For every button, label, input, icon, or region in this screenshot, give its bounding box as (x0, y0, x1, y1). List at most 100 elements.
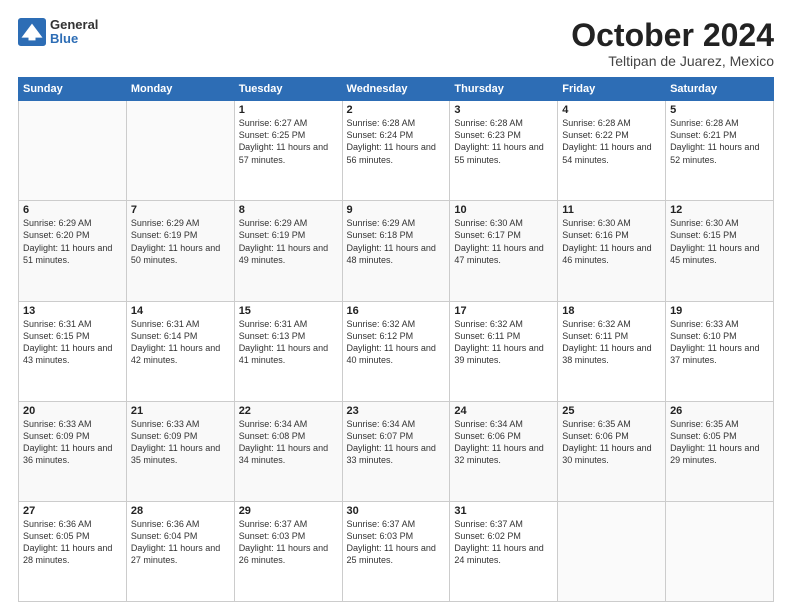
calendar-subtitle: Teltipan de Juarez, Mexico (571, 53, 774, 69)
calendar-cell: 20Sunrise: 6:33 AM Sunset: 6:09 PM Dayli… (19, 401, 127, 501)
day-info: Sunrise: 6:34 AM Sunset: 6:06 PM Dayligh… (454, 418, 553, 467)
header-saturday: Saturday (666, 78, 774, 101)
logo-general: General (50, 18, 98, 32)
day-number: 11 (562, 204, 661, 216)
day-number: 26 (670, 405, 769, 417)
calendar-week-3: 13Sunrise: 6:31 AM Sunset: 6:15 PM Dayli… (19, 301, 774, 401)
calendar-cell: 1Sunrise: 6:27 AM Sunset: 6:25 PM Daylig… (234, 101, 342, 201)
day-number: 31 (454, 505, 553, 517)
calendar-cell: 23Sunrise: 6:34 AM Sunset: 6:07 PM Dayli… (342, 401, 450, 501)
logo-text: General Blue (50, 18, 98, 47)
header-thursday: Thursday (450, 78, 558, 101)
day-number: 24 (454, 405, 553, 417)
calendar-cell: 12Sunrise: 6:30 AM Sunset: 6:15 PM Dayli… (666, 201, 774, 301)
calendar-cell: 10Sunrise: 6:30 AM Sunset: 6:17 PM Dayli… (450, 201, 558, 301)
calendar-cell (558, 501, 666, 601)
calendar-cell: 6Sunrise: 6:29 AM Sunset: 6:20 PM Daylig… (19, 201, 127, 301)
day-info: Sunrise: 6:29 AM Sunset: 6:19 PM Dayligh… (131, 217, 230, 266)
calendar-cell: 11Sunrise: 6:30 AM Sunset: 6:16 PM Dayli… (558, 201, 666, 301)
day-info: Sunrise: 6:27 AM Sunset: 6:25 PM Dayligh… (239, 117, 338, 166)
day-info: Sunrise: 6:32 AM Sunset: 6:11 PM Dayligh… (454, 318, 553, 367)
day-info: Sunrise: 6:32 AM Sunset: 6:12 PM Dayligh… (347, 318, 446, 367)
calendar-cell: 31Sunrise: 6:37 AM Sunset: 6:02 PM Dayli… (450, 501, 558, 601)
header-sunday: Sunday (19, 78, 127, 101)
day-number: 9 (347, 204, 446, 216)
day-info: Sunrise: 6:28 AM Sunset: 6:21 PM Dayligh… (670, 117, 769, 166)
calendar-cell: 28Sunrise: 6:36 AM Sunset: 6:04 PM Dayli… (126, 501, 234, 601)
day-info: Sunrise: 6:33 AM Sunset: 6:09 PM Dayligh… (131, 418, 230, 467)
page-header: General Blue October 2024 Teltipan de Ju… (18, 18, 774, 69)
calendar-cell: 30Sunrise: 6:37 AM Sunset: 6:03 PM Dayli… (342, 501, 450, 601)
day-number: 27 (23, 505, 122, 517)
day-info: Sunrise: 6:29 AM Sunset: 6:20 PM Dayligh… (23, 217, 122, 266)
calendar-cell: 13Sunrise: 6:31 AM Sunset: 6:15 PM Dayli… (19, 301, 127, 401)
day-number: 22 (239, 405, 338, 417)
day-info: Sunrise: 6:28 AM Sunset: 6:22 PM Dayligh… (562, 117, 661, 166)
day-info: Sunrise: 6:31 AM Sunset: 6:13 PM Dayligh… (239, 318, 338, 367)
day-info: Sunrise: 6:37 AM Sunset: 6:03 PM Dayligh… (239, 518, 338, 567)
calendar-cell: 14Sunrise: 6:31 AM Sunset: 6:14 PM Dayli… (126, 301, 234, 401)
day-info: Sunrise: 6:36 AM Sunset: 6:04 PM Dayligh… (131, 518, 230, 567)
calendar-cell: 27Sunrise: 6:36 AM Sunset: 6:05 PM Dayli… (19, 501, 127, 601)
calendar-cell: 21Sunrise: 6:33 AM Sunset: 6:09 PM Dayli… (126, 401, 234, 501)
calendar-week-1: 1Sunrise: 6:27 AM Sunset: 6:25 PM Daylig… (19, 101, 774, 201)
header-monday: Monday (126, 78, 234, 101)
calendar-cell: 26Sunrise: 6:35 AM Sunset: 6:05 PM Dayli… (666, 401, 774, 501)
day-info: Sunrise: 6:32 AM Sunset: 6:11 PM Dayligh… (562, 318, 661, 367)
day-info: Sunrise: 6:30 AM Sunset: 6:17 PM Dayligh… (454, 217, 553, 266)
day-number: 12 (670, 204, 769, 216)
header-row: Sunday Monday Tuesday Wednesday Thursday… (19, 78, 774, 101)
day-number: 14 (131, 305, 230, 317)
calendar-table: Sunday Monday Tuesday Wednesday Thursday… (18, 77, 774, 602)
day-number: 17 (454, 305, 553, 317)
day-number: 6 (23, 204, 122, 216)
day-info: Sunrise: 6:28 AM Sunset: 6:23 PM Dayligh… (454, 117, 553, 166)
calendar-cell: 25Sunrise: 6:35 AM Sunset: 6:06 PM Dayli… (558, 401, 666, 501)
day-number: 13 (23, 305, 122, 317)
day-number: 1 (239, 104, 338, 116)
day-info: Sunrise: 6:35 AM Sunset: 6:06 PM Dayligh… (562, 418, 661, 467)
day-info: Sunrise: 6:29 AM Sunset: 6:19 PM Dayligh… (239, 217, 338, 266)
day-number: 3 (454, 104, 553, 116)
day-info: Sunrise: 6:31 AM Sunset: 6:15 PM Dayligh… (23, 318, 122, 367)
day-info: Sunrise: 6:33 AM Sunset: 6:09 PM Dayligh… (23, 418, 122, 467)
calendar-cell: 7Sunrise: 6:29 AM Sunset: 6:19 PM Daylig… (126, 201, 234, 301)
logo: General Blue (18, 18, 98, 47)
header-friday: Friday (558, 78, 666, 101)
calendar-cell: 19Sunrise: 6:33 AM Sunset: 6:10 PM Dayli… (666, 301, 774, 401)
day-number: 28 (131, 505, 230, 517)
calendar-cell: 18Sunrise: 6:32 AM Sunset: 6:11 PM Dayli… (558, 301, 666, 401)
day-number: 20 (23, 405, 122, 417)
day-number: 4 (562, 104, 661, 116)
calendar-cell: 29Sunrise: 6:37 AM Sunset: 6:03 PM Dayli… (234, 501, 342, 601)
header-wednesday: Wednesday (342, 78, 450, 101)
day-number: 7 (131, 204, 230, 216)
day-info: Sunrise: 6:28 AM Sunset: 6:24 PM Dayligh… (347, 117, 446, 166)
logo-blue: Blue (50, 32, 98, 46)
day-info: Sunrise: 6:33 AM Sunset: 6:10 PM Dayligh… (670, 318, 769, 367)
calendar-cell: 5Sunrise: 6:28 AM Sunset: 6:21 PM Daylig… (666, 101, 774, 201)
day-number: 23 (347, 405, 446, 417)
day-number: 5 (670, 104, 769, 116)
calendar-header: Sunday Monday Tuesday Wednesday Thursday… (19, 78, 774, 101)
title-block: October 2024 Teltipan de Juarez, Mexico (571, 18, 774, 69)
calendar-body: 1Sunrise: 6:27 AM Sunset: 6:25 PM Daylig… (19, 101, 774, 602)
day-info: Sunrise: 6:34 AM Sunset: 6:07 PM Dayligh… (347, 418, 446, 467)
day-number: 8 (239, 204, 338, 216)
calendar-cell: 3Sunrise: 6:28 AM Sunset: 6:23 PM Daylig… (450, 101, 558, 201)
calendar-cell (126, 101, 234, 201)
calendar-cell (19, 101, 127, 201)
day-number: 16 (347, 305, 446, 317)
day-number: 29 (239, 505, 338, 517)
day-info: Sunrise: 6:30 AM Sunset: 6:16 PM Dayligh… (562, 217, 661, 266)
day-info: Sunrise: 6:30 AM Sunset: 6:15 PM Dayligh… (670, 217, 769, 266)
calendar-cell: 2Sunrise: 6:28 AM Sunset: 6:24 PM Daylig… (342, 101, 450, 201)
day-number: 21 (131, 405, 230, 417)
day-number: 30 (347, 505, 446, 517)
calendar-cell: 8Sunrise: 6:29 AM Sunset: 6:19 PM Daylig… (234, 201, 342, 301)
logo-icon (18, 18, 46, 46)
day-number: 15 (239, 305, 338, 317)
day-info: Sunrise: 6:37 AM Sunset: 6:02 PM Dayligh… (454, 518, 553, 567)
calendar-cell: 15Sunrise: 6:31 AM Sunset: 6:13 PM Dayli… (234, 301, 342, 401)
calendar-week-5: 27Sunrise: 6:36 AM Sunset: 6:05 PM Dayli… (19, 501, 774, 601)
